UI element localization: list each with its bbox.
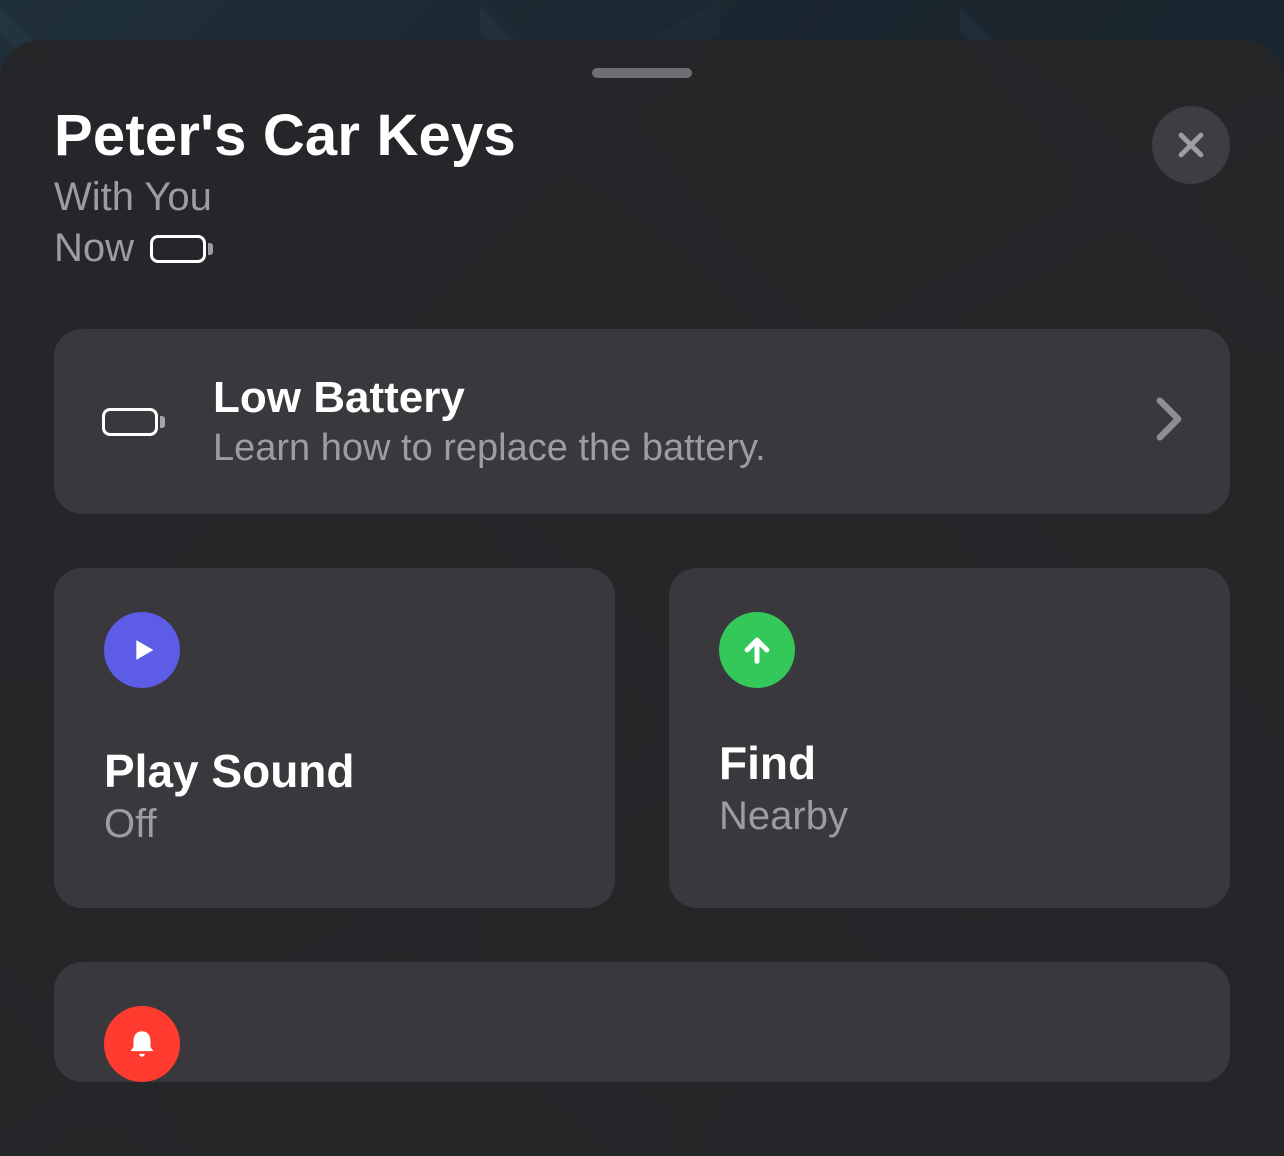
arrow-up-icon	[719, 612, 795, 688]
play-sound-status: Off	[104, 802, 565, 847]
close-icon	[1174, 128, 1208, 162]
header: Peter's Car Keys With You Now	[54, 102, 1230, 271]
find-button[interactable]: Find Nearby	[669, 568, 1230, 908]
notifications-card[interactable]	[54, 962, 1230, 1082]
battery-low-icon	[102, 408, 165, 436]
find-title: Find	[719, 736, 1180, 790]
banner-title: Low Battery	[213, 373, 1108, 423]
banner-subtitle: Learn how to replace the battery.	[213, 427, 1108, 470]
chevron-right-icon	[1156, 397, 1182, 446]
item-detail-sheet: Peter's Car Keys With You Now Low Batter…	[0, 40, 1284, 1156]
play-sound-title: Play Sound	[104, 744, 565, 798]
play-icon	[104, 612, 180, 688]
find-status: Nearby	[719, 794, 1180, 839]
item-status: With You	[54, 175, 516, 220]
low-battery-banner[interactable]: Low Battery Learn how to replace the bat…	[54, 329, 1230, 514]
play-sound-button[interactable]: Play Sound Off	[54, 568, 615, 908]
item-title: Peter's Car Keys	[54, 102, 516, 169]
bell-icon	[104, 1006, 180, 1082]
item-time: Now	[54, 226, 134, 271]
battery-low-icon	[150, 235, 213, 263]
close-button[interactable]	[1152, 106, 1230, 184]
sheet-grabber[interactable]	[592, 68, 692, 78]
